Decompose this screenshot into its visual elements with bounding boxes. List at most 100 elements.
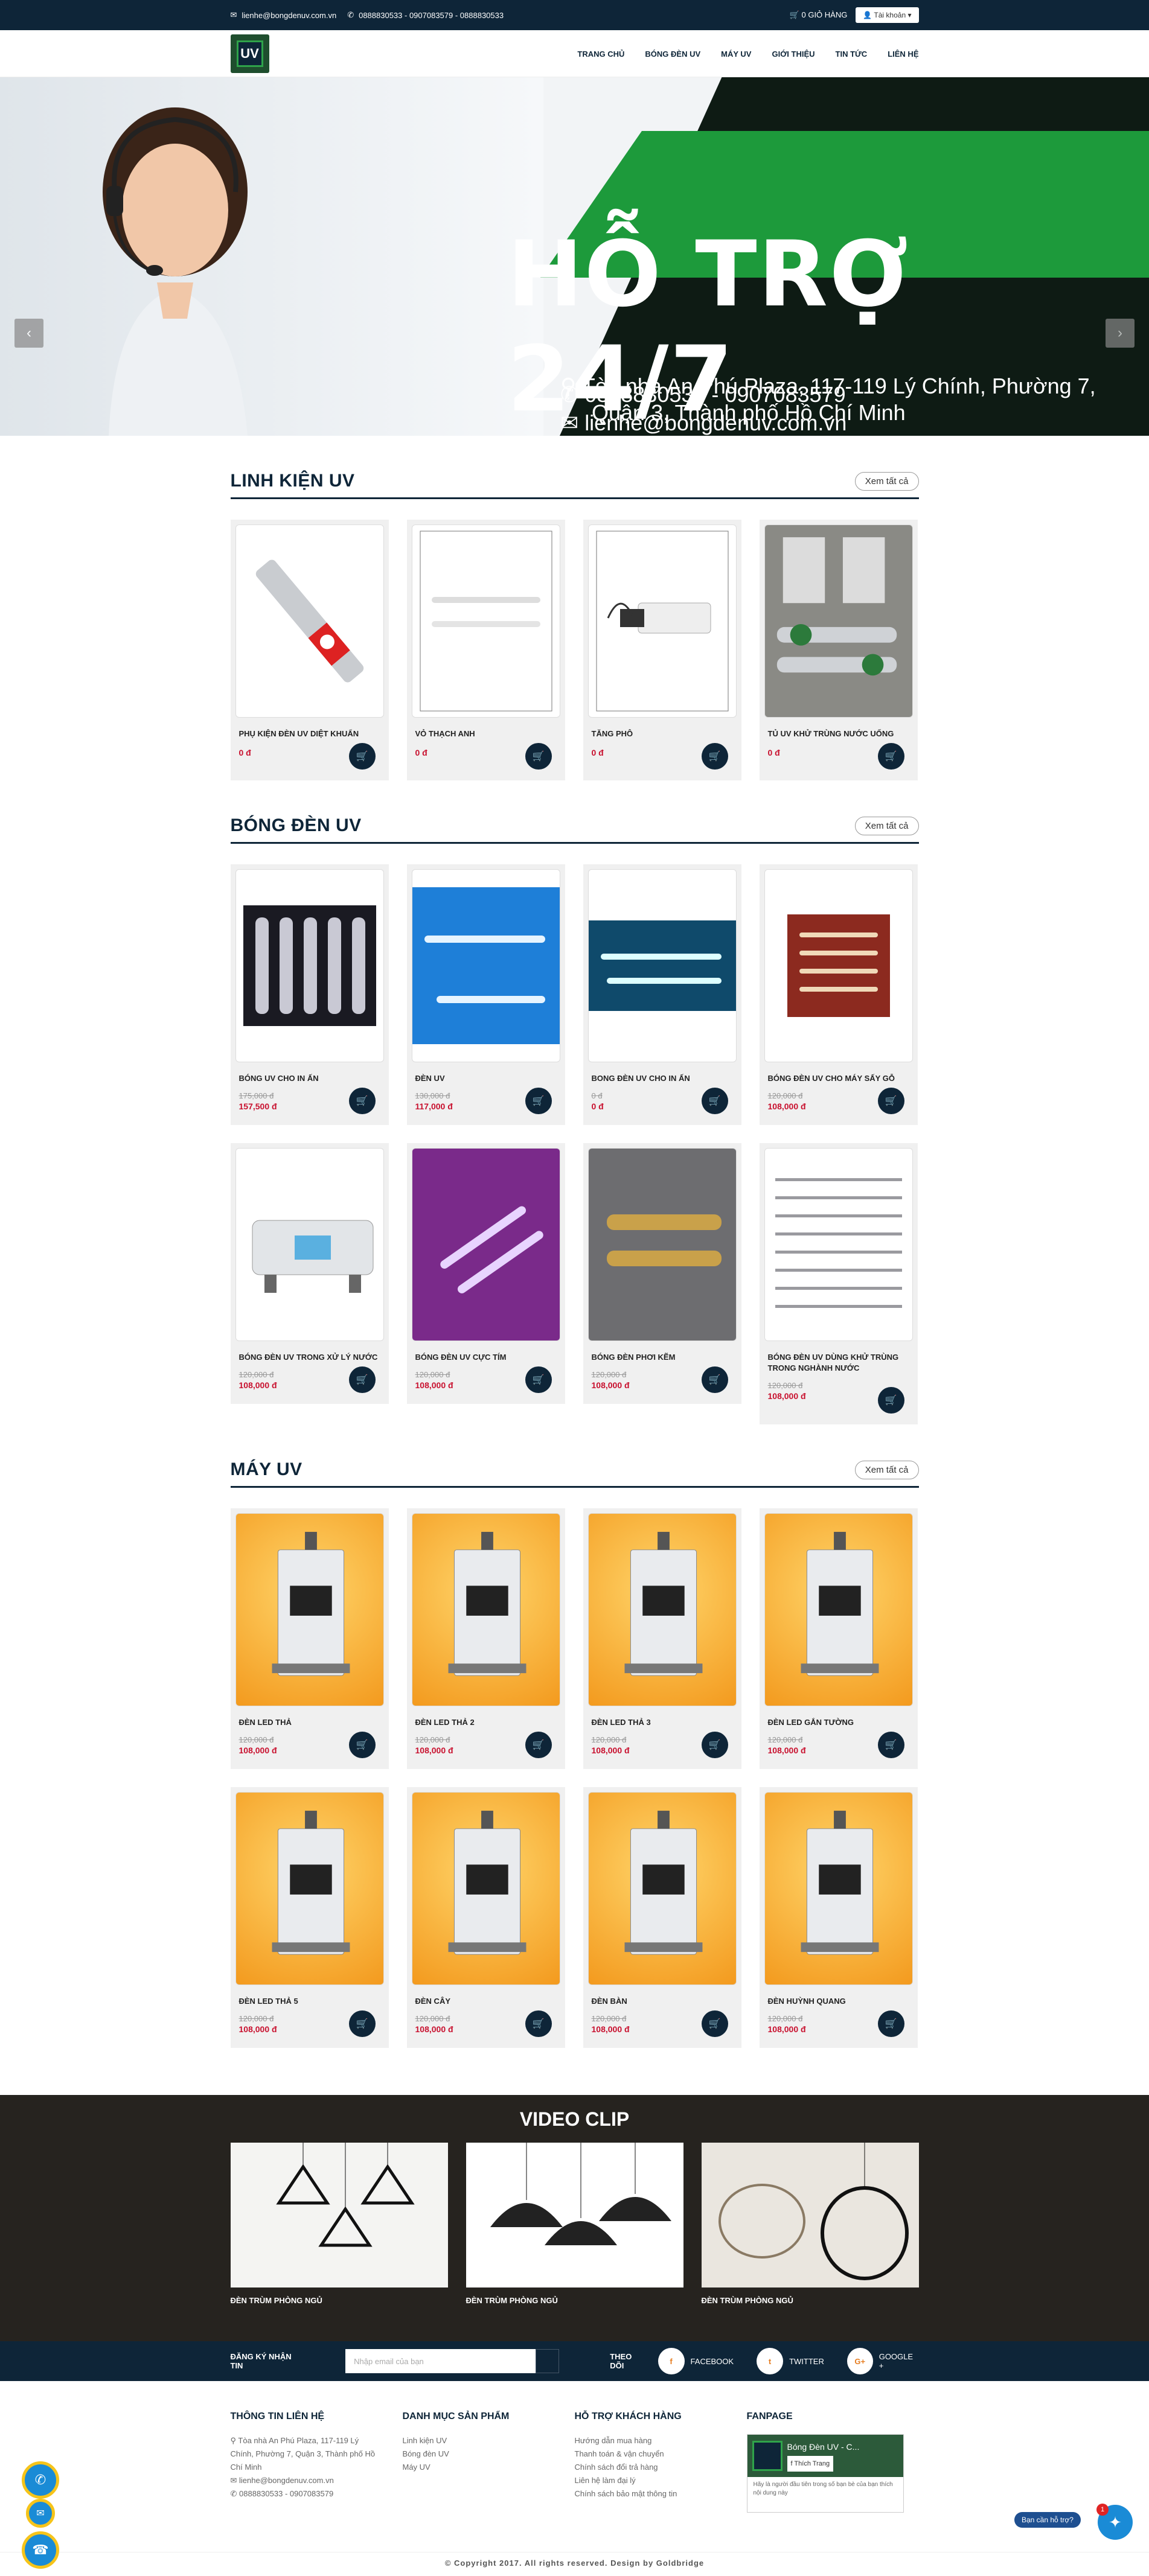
fanpage-widget[interactable]: Bóng Đèn UV - C... f Thích Trang Hãy là … [746, 2434, 904, 2513]
product-name[interactable]: ĐÈN LED THẢ 3 [588, 1717, 737, 1728]
newsletter-email-input[interactable]: Nhập email của bạn [345, 2349, 536, 2373]
add-to-cart-button[interactable]: 🛒 [701, 743, 728, 770]
product-card[interactable]: ĐÈN HUỲNH QUANG 120,000 đ 108,000 đ 🛒 [759, 1787, 918, 2048]
product-name[interactable]: BONG ĐÈN UV CHO IN ẤN [588, 1073, 737, 1084]
product-image[interactable] [587, 1513, 737, 1706]
product-card[interactable]: VỎ THẠCH ANH 0 đ 🛒 [406, 520, 565, 780]
product-image[interactable] [587, 1792, 737, 1985]
carousel-next-button[interactable]: › [1106, 319, 1135, 348]
product-card[interactable]: ĐÈN LED THẢ 2 120,000 đ 108,000 đ 🛒 [406, 1508, 565, 1769]
footer-link[interactable]: Chính sách đổi trả hàng [575, 2461, 747, 2474]
product-card[interactable]: ĐÈN LED GẮN TƯỜNG 120,000 đ 108,000 đ 🛒 [759, 1508, 918, 1769]
product-image[interactable] [411, 869, 560, 1062]
product-name[interactable]: BÓNG ĐÈN UV CHO MÁY SẤY GỖ [764, 1073, 913, 1084]
video-caption[interactable]: ĐÈN TRÙM PHÒNG NGỦ [702, 2296, 919, 2305]
newsletter-submit-button[interactable] [536, 2349, 560, 2373]
add-to-cart-button[interactable]: 🛒 [701, 1088, 728, 1114]
product-card[interactable]: ĐÈN LED THẢ 5 120,000 đ 108,000 đ 🛒 [230, 1787, 389, 2048]
call-float-button[interactable]: ✆ [22, 2461, 59, 2499]
footer-link[interactable]: Máy UV [403, 2461, 575, 2474]
product-image[interactable] [587, 524, 737, 718]
footer-link[interactable]: Bóng đèn UV [403, 2447, 575, 2461]
product-image[interactable] [587, 1148, 737, 1341]
product-name[interactable]: BÓNG ĐÈN UV CỰC TÍM [412, 1352, 560, 1363]
cart-link[interactable]: 🛒 0 GIỎ HÀNG [790, 10, 848, 20]
sms-float-button[interactable]: ✉ [26, 2499, 55, 2528]
nav-news[interactable]: TIN TỨC [836, 49, 868, 59]
site-logo[interactable]: UV [230, 34, 269, 73]
view-all-button[interactable]: Xem tất cả [854, 816, 919, 835]
product-name[interactable]: PHỤ KIỆN ĐÈN UV DIỆT KHUẨN [235, 728, 384, 739]
product-card[interactable]: ĐÈN CÂY 120,000 đ 108,000 đ 🛒 [406, 1787, 565, 2048]
add-to-cart-button[interactable]: 🛒 [701, 2010, 728, 2037]
product-image[interactable] [411, 1148, 560, 1341]
add-to-cart-button[interactable]: 🛒 [701, 1732, 728, 1758]
account-dropdown[interactable]: 👤 Tài khoản ▾ [856, 7, 919, 23]
product-card[interactable]: BÓNG UV CHO IN ẤN 175,000 đ 157,500 đ 🛒 [230, 864, 389, 1125]
product-name[interactable]: ĐÈN LED THẢ [235, 1717, 384, 1728]
footer-link[interactable]: Hướng dẫn mua hàng [575, 2434, 747, 2447]
messenger-chat-button[interactable]: ✦ 1 [1096, 2504, 1133, 2540]
video-caption[interactable]: ĐÈN TRÙM PHÒNG NGỦ [466, 2296, 683, 2305]
add-to-cart-button[interactable]: 🛒 [877, 743, 904, 770]
footer-link[interactable]: Liên hệ làm đại lý [575, 2474, 747, 2487]
topbar-email[interactable]: ✉ lienhe@bongdenuv.com.vn [231, 10, 337, 20]
nav-uv-machines[interactable]: MÁY UV [721, 49, 751, 59]
add-to-cart-button[interactable]: 🛒 [877, 1732, 904, 1758]
product-name[interactable]: ĐÈN HUỲNH QUANG [764, 1996, 913, 2007]
add-to-cart-button[interactable]: 🛒 [877, 1387, 904, 1414]
product-name[interactable]: ĐÈN CÂY [412, 1996, 560, 2007]
product-name[interactable]: TĂNG PHÔ [588, 728, 737, 739]
add-to-cart-button[interactable]: 🛒 [525, 1366, 552, 1393]
product-image[interactable] [411, 1792, 560, 1985]
product-image[interactable] [235, 1148, 384, 1341]
topbar-phones[interactable]: ✆ 0888830533 - 0907083579 - 0888830533 [347, 10, 504, 20]
nav-about[interactable]: GIỚI THIỆU [772, 49, 815, 59]
nav-contact[interactable]: LIÊN HỆ [888, 49, 918, 59]
add-to-cart-button[interactable]: 🛒 [525, 1732, 552, 1758]
product-image[interactable] [235, 1513, 384, 1706]
carousel-prev-button[interactable]: ‹ [14, 319, 43, 348]
footer-link[interactable]: Linh kiện UV [403, 2434, 575, 2447]
add-to-cart-button[interactable]: 🛒 [701, 1366, 728, 1393]
product-card[interactable]: ĐÈN BÀN 120,000 đ 108,000 đ 🛒 [583, 1787, 741, 2048]
add-to-cart-button[interactable]: 🛒 [348, 1366, 376, 1393]
product-card[interactable]: BÓNG ĐÈN PHƠI KẼM 120,000 đ 108,000 đ 🛒 [583, 1143, 741, 1404]
video-item[interactable]: ĐÈN TRÙM PHÒNG NGỦ [230, 2143, 448, 2305]
product-card[interactable]: ĐÈN LED THẢ 120,000 đ 108,000 đ 🛒 [230, 1508, 389, 1769]
product-image[interactable] [764, 1792, 913, 1985]
facebook-link[interactable]: f FACEBOOK [658, 2348, 734, 2374]
product-image[interactable] [764, 1513, 913, 1706]
product-name[interactable]: TỦ UV KHỬ TRÙNG NƯỚC UỐNG [764, 728, 913, 739]
product-image[interactable] [764, 524, 913, 718]
add-to-cart-button[interactable]: 🛒 [348, 2010, 376, 2037]
add-to-cart-button[interactable]: 🛒 [348, 1088, 376, 1114]
twitter-link[interactable]: t TWITTER [757, 2348, 824, 2374]
add-to-cart-button[interactable]: 🛒 [877, 1088, 904, 1114]
add-to-cart-button[interactable]: 🛒 [348, 1732, 376, 1758]
product-image[interactable] [411, 1513, 560, 1706]
zalo-float-button[interactable]: ☎ [22, 2531, 59, 2569]
product-name[interactable]: ĐÈN LED GẮN TƯỜNG [764, 1717, 913, 1728]
product-name[interactable]: BÓNG ĐÈN UV DÙNG KHỬ TRÙNG TRONG NGHÀNH … [764, 1352, 913, 1374]
product-name[interactable]: ĐÈN BÀN [588, 1996, 737, 2007]
product-image[interactable] [764, 869, 913, 1062]
product-image[interactable] [764, 1148, 913, 1341]
add-to-cart-button[interactable]: 🛒 [348, 743, 376, 770]
product-card[interactable]: BONG ĐÈN UV CHO IN ẤN 0 đ 0 đ 🛒 [583, 864, 741, 1125]
product-card[interactable]: TĂNG PHÔ 0 đ 🛒 [583, 520, 741, 780]
product-name[interactable]: VỎ THẠCH ANH [412, 728, 560, 739]
video-caption[interactable]: ĐÈN TRÙM PHÒNG NGỦ [231, 2296, 448, 2305]
view-all-button[interactable]: Xem tất cả [854, 471, 919, 491]
product-card[interactable]: BÓNG ĐÈN UV TRONG XỬ LÝ NƯỚC 120,000 đ 1… [230, 1143, 389, 1404]
video-thumbnail[interactable] [230, 2143, 448, 2287]
view-all-button[interactable]: Xem tất cả [854, 1460, 919, 1479]
video-thumbnail[interactable] [466, 2143, 683, 2287]
google-plus-link[interactable]: G+ GOOGLE + [847, 2348, 919, 2374]
add-to-cart-button[interactable]: 🛒 [877, 2010, 904, 2037]
footer-email[interactable]: ✉ lienhe@bongdenuv.com.vn [231, 2474, 403, 2487]
product-name[interactable]: BÓNG ĐÈN UV TRONG XỬ LÝ NƯỚC [235, 1352, 384, 1363]
footer-phone[interactable]: ✆ 0888830533 - 0907083579 [231, 2487, 403, 2501]
fanpage-name[interactable]: Bóng Đèn UV - C... [787, 2440, 860, 2453]
product-card[interactable]: BÓNG ĐÈN UV DÙNG KHỬ TRÙNG TRONG NGHÀNH … [759, 1143, 918, 1424]
